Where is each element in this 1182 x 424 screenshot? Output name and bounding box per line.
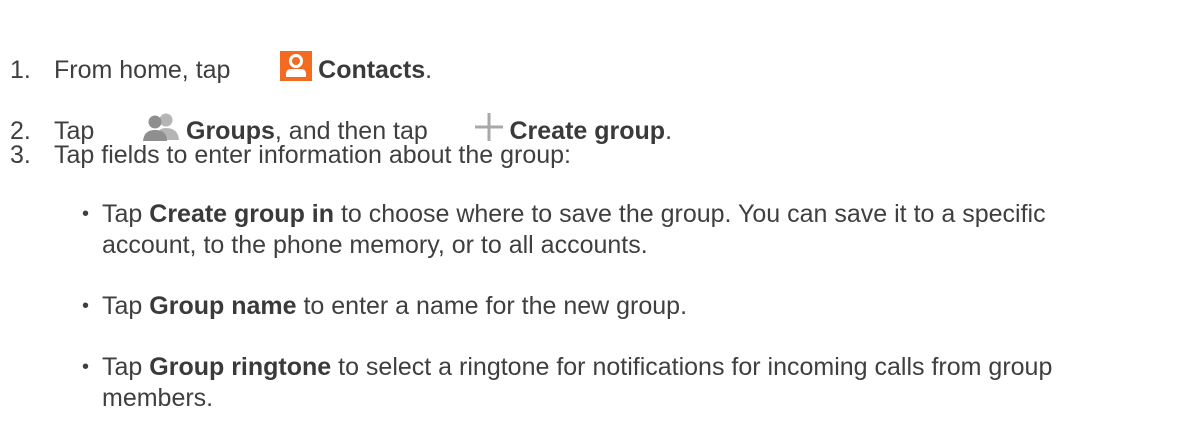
list-item: • Tap Create group in to choose where to… xyxy=(82,199,1142,261)
step-text: Tap fields to enter information about th… xyxy=(54,141,571,169)
create-group-in-label: Create group in xyxy=(149,200,335,228)
group-name-label: Group name xyxy=(149,292,297,320)
bullet-text-start: Tap xyxy=(102,353,150,381)
instructions-document: 1. From home, tap Contacts . 2. Tap Grou… xyxy=(0,0,1182,424)
bullet-glyph: • xyxy=(82,356,90,378)
bullet-glyph: • xyxy=(82,203,90,225)
bullet-text: Tap Group name to enter a name for the n… xyxy=(102,291,1142,322)
bullet-glyph: • xyxy=(82,295,90,317)
bullet-text: Tap Group ringtone to select a ringtone … xyxy=(102,352,1142,414)
list-item: • Tap Group name to enter a name for the… xyxy=(82,291,1142,322)
bullet-text-start: Tap xyxy=(102,200,150,228)
step-text-end: . xyxy=(425,55,433,84)
bullet-text-end: to enter a name for the new group. xyxy=(296,292,688,320)
bullet-text: Tap Create group in to choose where to s… xyxy=(102,199,1142,261)
step-text: From home, tap xyxy=(54,55,231,84)
step-number: 1. xyxy=(10,55,31,84)
group-ringtone-label: Group ringtone xyxy=(149,353,332,381)
bullet-text-start: Tap xyxy=(102,292,150,320)
list-item: • Tap Group ringtone to select a rington… xyxy=(82,352,1142,414)
step-text-end: . xyxy=(665,116,673,145)
step-number: 3. xyxy=(10,141,31,169)
step-3: 3. Tap fields to enter information about… xyxy=(10,140,571,170)
contacts-label: Contacts xyxy=(318,55,426,84)
